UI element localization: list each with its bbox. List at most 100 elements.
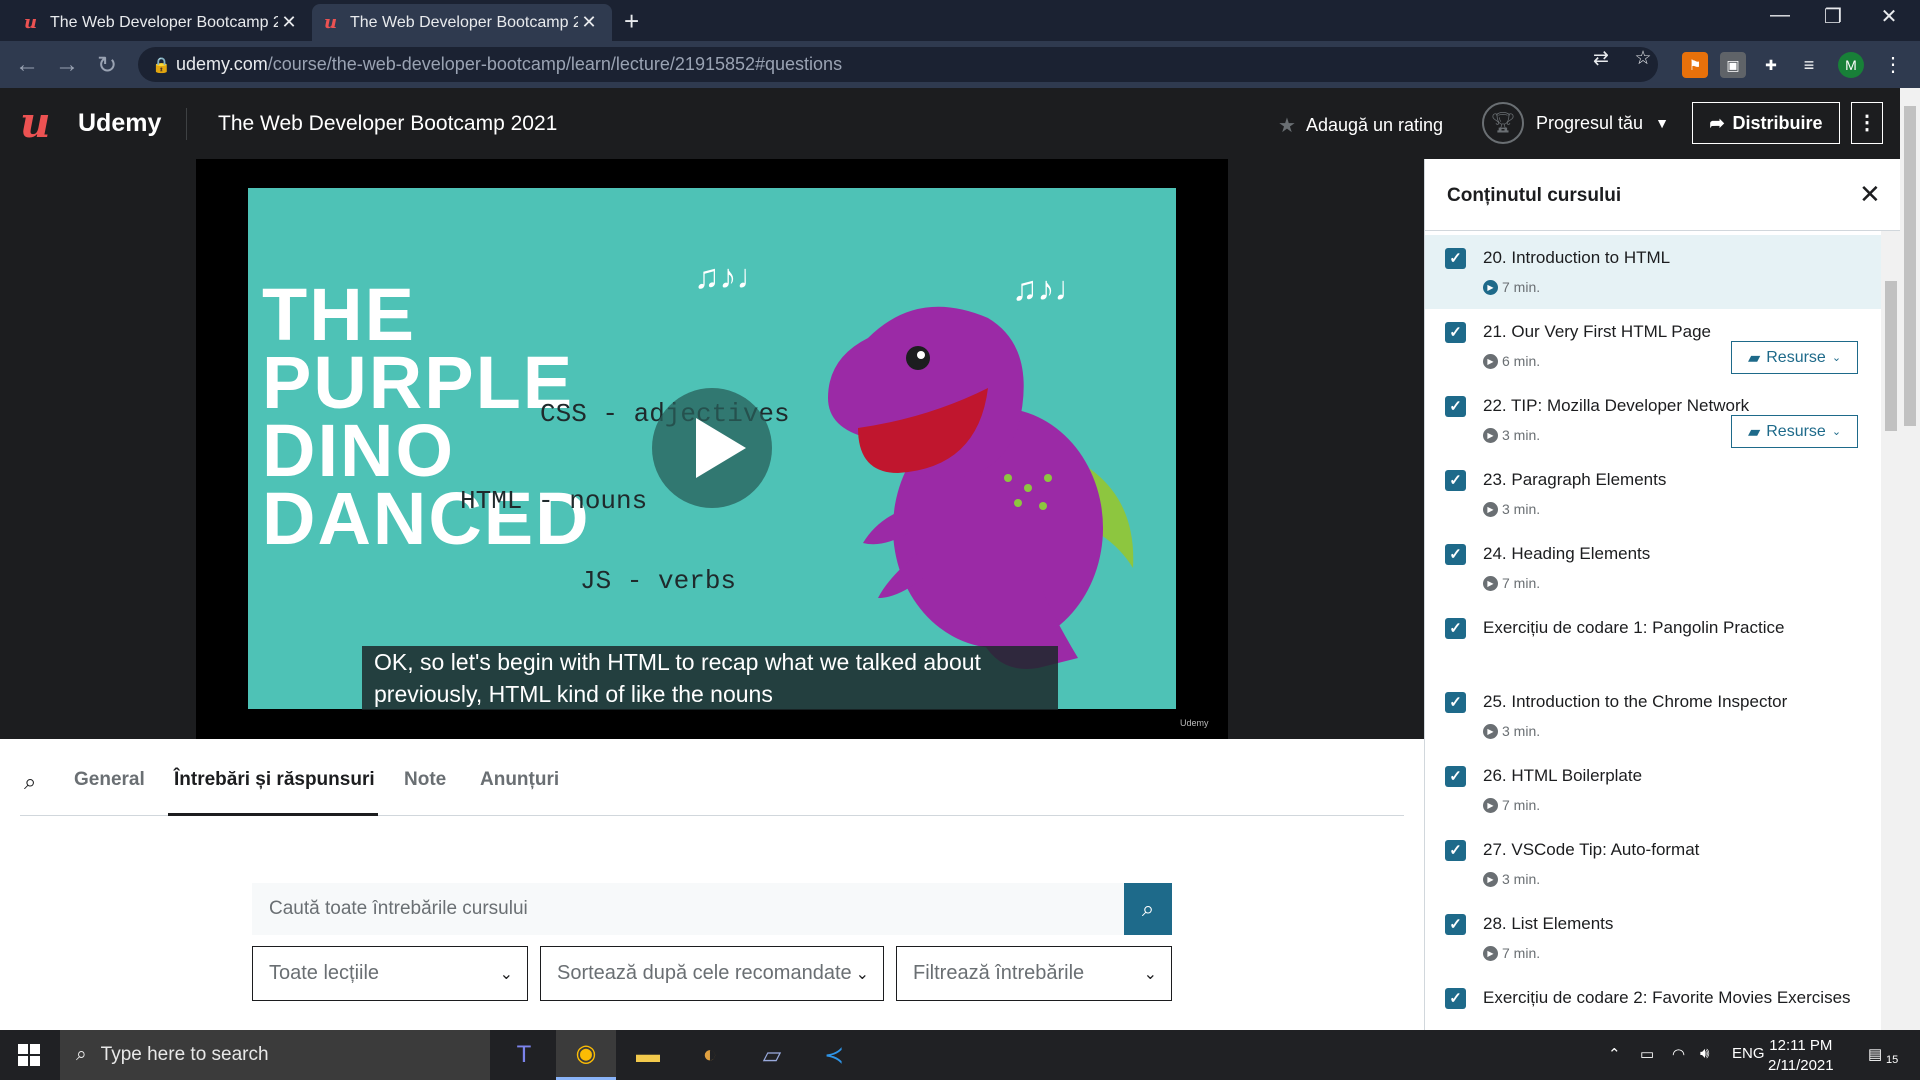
star-icon: ★ [1278,115,1296,137]
checkbox-checked-icon[interactable]: ✓ [1445,248,1466,269]
checkbox-checked-icon[interactable]: ✓ [1445,914,1466,935]
scrollbar-thumb[interactable] [1885,281,1897,431]
course-content-sidebar: Conținutul cursului ✕ ✓ 20. Introduction … [1424,159,1900,1030]
brand-name[interactable]: Udemy [78,109,161,138]
lecture-title: 21. Our Very First HTML Page [1483,322,1711,341]
profile-avatar[interactable]: M [1838,52,1864,78]
resources-label: Resurse [1766,422,1826,440]
lecture-item[interactable]: ✓ 26. HTML Boilerplate ▶ 7 min. [1425,753,1881,827]
lecture-filter-select[interactable]: Toate lecțiile ⌄ [252,946,528,1001]
vscode-icon[interactable]: ≺ [804,1030,864,1080]
close-icon[interactable]: ✕ [578,12,600,33]
caption-line: previously, HTML kind of like the nouns [374,681,773,707]
checkbox-checked-icon[interactable]: ✓ [1445,396,1466,417]
lecture-title: 25. Introduction to the Chrome Inspector [1483,692,1788,711]
lecture-title: 28. List Elements [1483,914,1614,933]
tab-questions-answers[interactable]: Întrebări și răspunsuri [174,769,375,791]
bookmark-star-icon[interactable]: ☆ [1628,47,1658,70]
checkbox-checked-icon[interactable]: ✓ [1445,988,1466,1009]
lecture-item[interactable]: ✓ 28. List Elements ▶ 7 min. [1425,901,1881,975]
url-bar[interactable]: 🔒 udemy.com/course/the-web-developer-boo… [138,47,1658,82]
notifications-icon[interactable]: ▤ [1868,1045,1882,1063]
checkbox-checked-icon[interactable]: ✓ [1445,618,1466,639]
lecture-item[interactable]: ✓ Exercițiu de codare 1: Pangolin Practic… [1425,605,1881,679]
checkbox-checked-icon[interactable]: ✓ [1445,692,1466,713]
wifi-icon[interactable]: ◠ [1672,1045,1685,1063]
tab-notes[interactable]: Note [404,769,446,791]
notes-app-icon[interactable]: ▱ [742,1030,802,1080]
resources-button[interactable]: ▰ Resurse ⌄ [1731,341,1858,374]
lecture-duration: ▶ 3 min. [1483,501,1540,517]
checkbox-checked-icon[interactable]: ✓ [1445,470,1466,491]
lecture-item[interactable]: ✓ 23. Paragraph Elements ▶ 3 min. [1425,457,1881,531]
lecture-item[interactable]: ✓ 20. Introduction to HTML ▶ 7 min. [1425,235,1881,309]
chevron-up-icon[interactable]: ⌃ [1608,1045,1621,1063]
lecture-item[interactable]: ✓ 25. Introduction to the Chrome Inspecto… [1425,679,1881,753]
battery-icon[interactable]: ▭ [1640,1045,1654,1063]
browser-tab-bar: u The Web Developer Bootcamp 20 ✕ u The … [0,0,1920,41]
browser-tab-active[interactable]: u The Web Developer Bootcamp 20 ✕ [312,4,612,41]
checkbox-checked-icon[interactable]: ✓ [1445,544,1466,565]
browser-tab[interactable]: u The Web Developer Bootcamp 20 ✕ [12,4,312,41]
restore-icon[interactable]: ❐ [1808,4,1858,29]
tab-general[interactable]: General [74,769,145,791]
duration-text: 3 min. [1502,723,1541,739]
language-indicator[interactable]: ENG [1732,1045,1765,1062]
close-icon[interactable]: ✕ [1859,179,1881,210]
add-rating-button[interactable]: ★ Adaugă un rating [1278,113,1443,138]
resources-label: Resurse [1766,348,1826,366]
sidebar-scrollbar[interactable] [1881,231,1900,1030]
resources-button[interactable]: ▰ Resurse ⌄ [1731,415,1858,448]
file-explorer-icon[interactable]: ▬ [618,1030,678,1080]
course-title[interactable]: The Web Developer Bootcamp 2021 [218,112,557,136]
scrollbar-thumb[interactable] [1904,106,1916,426]
progress-dropdown[interactable]: 🏆︎ Progresul tău ▼ [1482,102,1669,144]
udemy-logo-icon[interactable]: u [20,100,51,146]
play-icon [696,418,746,478]
close-icon[interactable]: ✕ [278,12,300,33]
window-close-icon[interactable]: ✕ [1864,4,1914,29]
translate-icon[interactable]: ⇄ [1586,47,1616,70]
more-options-icon[interactable]: ⋮ [1851,102,1883,144]
browser-menu-icon[interactable]: ⋮ [1880,52,1906,78]
lecture-item[interactable]: ✓ Exercițiu de codare 2: Favorite Movies … [1425,975,1881,1030]
chevron-down-icon: ⌄ [499,965,513,983]
taskbar-clock[interactable]: 12:11 PM 2/11/2021 [1768,1036,1834,1076]
volume-icon[interactable]: 🔊︎ [1700,1045,1709,1062]
tab-announcements[interactable]: Anunțuri [480,769,559,791]
duration-text: 6 min. [1502,353,1541,369]
reload-icon[interactable]: ↻ [92,51,122,80]
extension-icon[interactable]: ▣ [1720,52,1746,78]
questions-search-input[interactable]: Caută toate întrebările cursului [252,883,1124,935]
search-icon[interactable]: ⌕ [24,769,36,795]
share-button[interactable]: ➦ Distribuire [1692,102,1840,144]
lecture-title: 27. VSCode Tip: Auto-format [1483,840,1700,859]
forward-icon[interactable]: → [52,51,82,79]
sort-select[interactable]: Sortează după cele recomandate ⌄ [540,946,884,1001]
minimize-icon[interactable]: — [1755,4,1805,27]
play-button[interactable] [652,388,772,508]
checkbox-checked-icon[interactable]: ✓ [1445,766,1466,787]
duration-text: 7 min. [1502,575,1541,591]
lecture-item[interactable]: ✓ 24. Heading Elements ▶ 7 min. [1425,531,1881,605]
extensions-puzzle-icon[interactable]: ✚ [1758,52,1784,78]
question-filter-select[interactable]: Filtrează întrebările ⌄ [896,946,1172,1001]
extension-icon[interactable]: ⚑ [1682,52,1708,78]
lecture-item[interactable]: ✓ 22. TIP: Mozilla Developer Network ▶ 3 mi… [1425,383,1881,457]
tab-title: The Web Developer Bootcamp 20 [350,13,578,31]
media-queue-icon[interactable]: ≡ [1796,52,1822,78]
taskbar-search[interactable]: ⌕ Type here to search [60,1030,490,1080]
checkbox-checked-icon[interactable]: ✓ [1445,840,1466,861]
teams-icon[interactable]: T [494,1030,554,1080]
lecture-item[interactable]: ✓ 27. VSCode Tip: Auto-format ▶ 3 min. [1425,827,1881,901]
page-scrollbar[interactable] [1900,88,1920,1030]
lecture-item[interactable]: ✓ 21. Our Very First HTML Page ▶ 6 min. ▰ Res… [1425,309,1881,383]
paint-icon[interactable]: ◐ [680,1030,740,1080]
back-icon[interactable]: ← [12,51,42,79]
windows-start-icon[interactable] [18,1044,40,1066]
new-tab-icon[interactable]: + [624,6,639,37]
checkbox-checked-icon[interactable]: ✓ [1445,322,1466,343]
search-button[interactable]: ⌕ [1124,883,1172,935]
chrome-icon[interactable]: ◉ [556,1030,616,1080]
play-circle-icon: ▶ [1483,723,1498,739]
